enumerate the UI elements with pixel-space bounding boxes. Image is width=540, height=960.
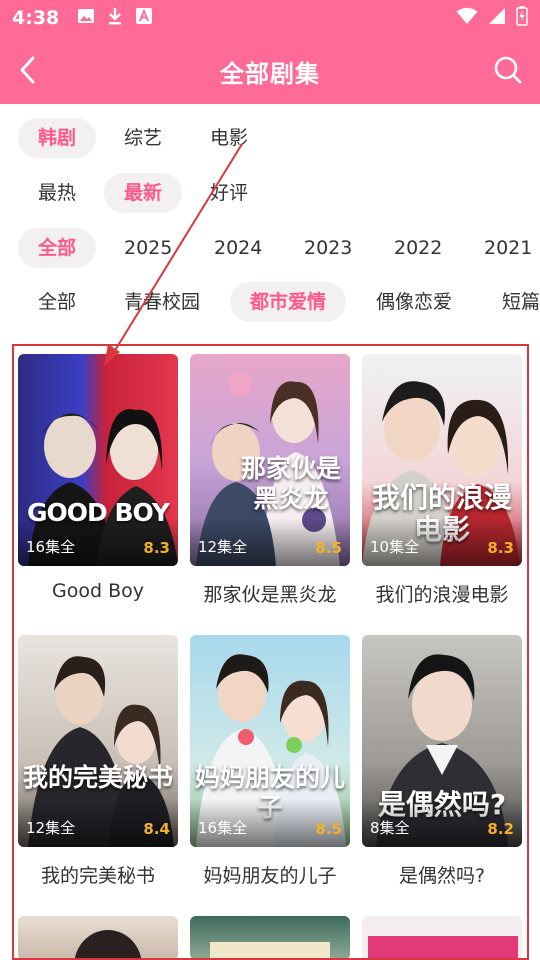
poster-caption: 那家伙是黑炎龙 [240, 454, 341, 513]
chip-region-korean[interactable]: 韩剧 [18, 118, 97, 158]
filter-genre: 全部 青春校园 都市爱情 偶像恋爱 短篇 [0, 282, 540, 326]
filter-sort: 最热 最新 好评 [0, 173, 540, 217]
rating-score: 8.2 [487, 820, 514, 838]
notification-icons [77, 7, 153, 29]
chip-sort-rating[interactable]: 好评 [190, 173, 268, 213]
chip-year-2021[interactable]: 2021 [464, 228, 540, 268]
poster-art [368, 936, 518, 960]
episode-count: 12集全 [198, 538, 248, 556]
chip-year-2024[interactable]: 2024 [194, 228, 282, 268]
chip-sort-hot[interactable]: 最热 [18, 173, 96, 213]
chip-region-movie[interactable]: 电影 [190, 118, 268, 158]
filter-year: 全部 2025 2024 2023 2022 2021 [0, 228, 540, 272]
show-title[interactable]: 妈妈朋友的儿子 [180, 861, 360, 888]
rating-score: 8.3 [143, 539, 170, 557]
app-header: 全部剧集 [0, 36, 540, 104]
signal-icon [488, 7, 506, 29]
chip-genre-all[interactable]: 全部 [18, 282, 96, 322]
system-icons [456, 6, 528, 30]
episode-count: 10集全 [370, 538, 420, 556]
show-poster[interactable]: 那家伙是黑炎龙 12集全 8.5 [190, 354, 350, 566]
poster-caption: 我的完美秘书 [22, 763, 173, 792]
status-bar: 4:38 [0, 0, 540, 36]
chip-year-2023[interactable]: 2023 [284, 228, 372, 268]
show-poster[interactable]: 我的完美秘书 12集全 8.4 [18, 635, 178, 847]
show-poster[interactable] [362, 916, 522, 960]
show-poster[interactable]: GOOD BOY 16集全 8.3 [18, 354, 178, 566]
episode-count: 12集全 [26, 819, 76, 837]
show-title[interactable]: 我们的浪漫电影 [352, 580, 532, 607]
search-button[interactable] [490, 52, 526, 88]
chip-genre-short[interactable]: 短篇 [482, 282, 540, 322]
font-icon [135, 7, 153, 29]
show-title[interactable]: Good Boy [8, 580, 188, 602]
chip-year-all[interactable]: 全部 [18, 228, 97, 268]
download-icon [107, 7, 123, 29]
episode-count: 16集全 [26, 538, 76, 556]
show-grid: GOOD BOY 16集全 8.3 Good Boy 那家伙是黑炎龙 12集全 … [0, 352, 540, 960]
episode-count: 16集全 [198, 819, 248, 837]
chip-region-variety[interactable]: 综艺 [104, 118, 182, 158]
show-poster[interactable] [18, 916, 178, 960]
rating-score: 8.5 [315, 820, 342, 838]
show-poster[interactable]: 是偶然吗? 8集全 8.2 [362, 635, 522, 847]
filter-region: 韩剧 综艺 电影 [0, 118, 540, 162]
show-poster[interactable] [190, 916, 350, 960]
poster-art [210, 942, 330, 960]
battery-charging-icon [516, 6, 528, 30]
search-icon [494, 56, 522, 84]
status-time: 4:38 [12, 7, 60, 29]
chip-genre-campus[interactable]: 青春校园 [104, 282, 220, 322]
show-title[interactable]: 是偶然吗? [352, 861, 532, 888]
rating-score: 8.3 [487, 539, 514, 557]
episode-count: 8集全 [370, 819, 410, 837]
show-poster[interactable]: 我们的浪漫电影 10集全 8.3 [362, 354, 522, 566]
wifi-icon [456, 7, 478, 29]
rating-score: 8.4 [143, 820, 170, 838]
chip-year-2022[interactable]: 2022 [374, 228, 462, 268]
rating-score: 8.5 [315, 539, 342, 557]
page-title: 全部剧集 [220, 60, 320, 88]
image-icon [77, 7, 95, 29]
chip-sort-new[interactable]: 最新 [104, 173, 183, 213]
chip-genre-idol-romance[interactable]: 偶像恋爱 [356, 282, 472, 322]
show-poster[interactable]: 妈妈朋友的儿子 16集全 8.5 [190, 635, 350, 847]
chip-genre-urban-romance[interactable]: 都市爱情 [230, 282, 347, 322]
chip-year-2025[interactable]: 2025 [104, 228, 192, 268]
show-title[interactable]: 我的完美秘书 [8, 861, 188, 888]
poster-art [74, 930, 142, 960]
show-title[interactable]: 那家伙是黑炎龙 [180, 580, 360, 607]
